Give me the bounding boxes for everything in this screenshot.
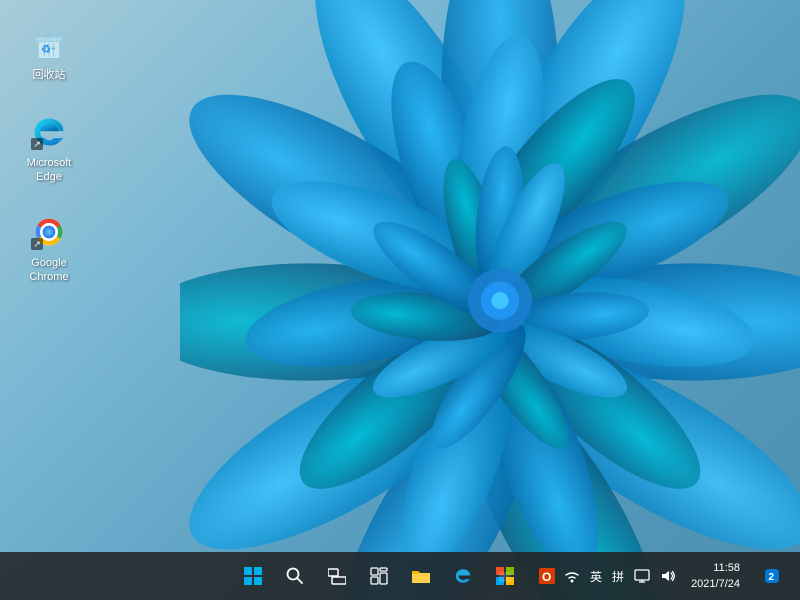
edge-taskbar-button[interactable] [443,556,483,596]
recycle-bin-image: ♻ [29,24,69,64]
desktop: ♻ 回收站 [0,0,800,600]
svg-text:2: 2 [769,572,775,583]
recycle-bin-icon[interactable]: ♻ 回收站 [13,20,85,86]
language-en-icon[interactable]: 英 [587,566,605,587]
search-button[interactable] [275,556,315,596]
clock-date: 2021/7/24 [691,576,740,593]
svg-text:O: O [542,570,551,584]
clock-display[interactable]: 11:58 2021/7/24 [683,560,748,593]
shortcut-arrow-chrome: ↗ [31,238,43,250]
clock-time: 11:58 [691,560,740,577]
language-cn-icon[interactable]: 拼 [609,566,627,587]
taskbar-center: O [233,556,567,596]
svg-text:♻: ♻ [41,43,51,56]
google-chrome-icon[interactable]: ↗ Google Chrome [13,208,85,289]
task-view-button[interactable] [317,556,357,596]
office-button[interactable]: O [527,556,567,596]
display-icon[interactable] [631,565,653,587]
file-explorer-button[interactable] [401,556,441,596]
chrome-image: ↗ [29,212,69,252]
volume-icon[interactable] [657,565,679,587]
wallpaper [180,0,800,600]
shortcut-arrow: ↗ [31,138,43,150]
edge-image: ↗ [29,112,69,152]
widgets-button[interactable] [359,556,399,596]
store-button[interactable] [485,556,525,596]
microsoft-edge-icon[interactable]: ↗ Microsoft Edge [13,108,85,189]
taskbar: O ^ 英 拼 [0,552,800,600]
edge-label: Microsoft Edge [27,156,72,185]
notification-button[interactable]: 2 [752,556,792,596]
start-button[interactable] [233,556,273,596]
chrome-label: Google Chrome [29,256,68,285]
taskbar-right: ^ 英 拼 [546,556,792,596]
recycle-bin-label: 回收站 [33,68,66,82]
